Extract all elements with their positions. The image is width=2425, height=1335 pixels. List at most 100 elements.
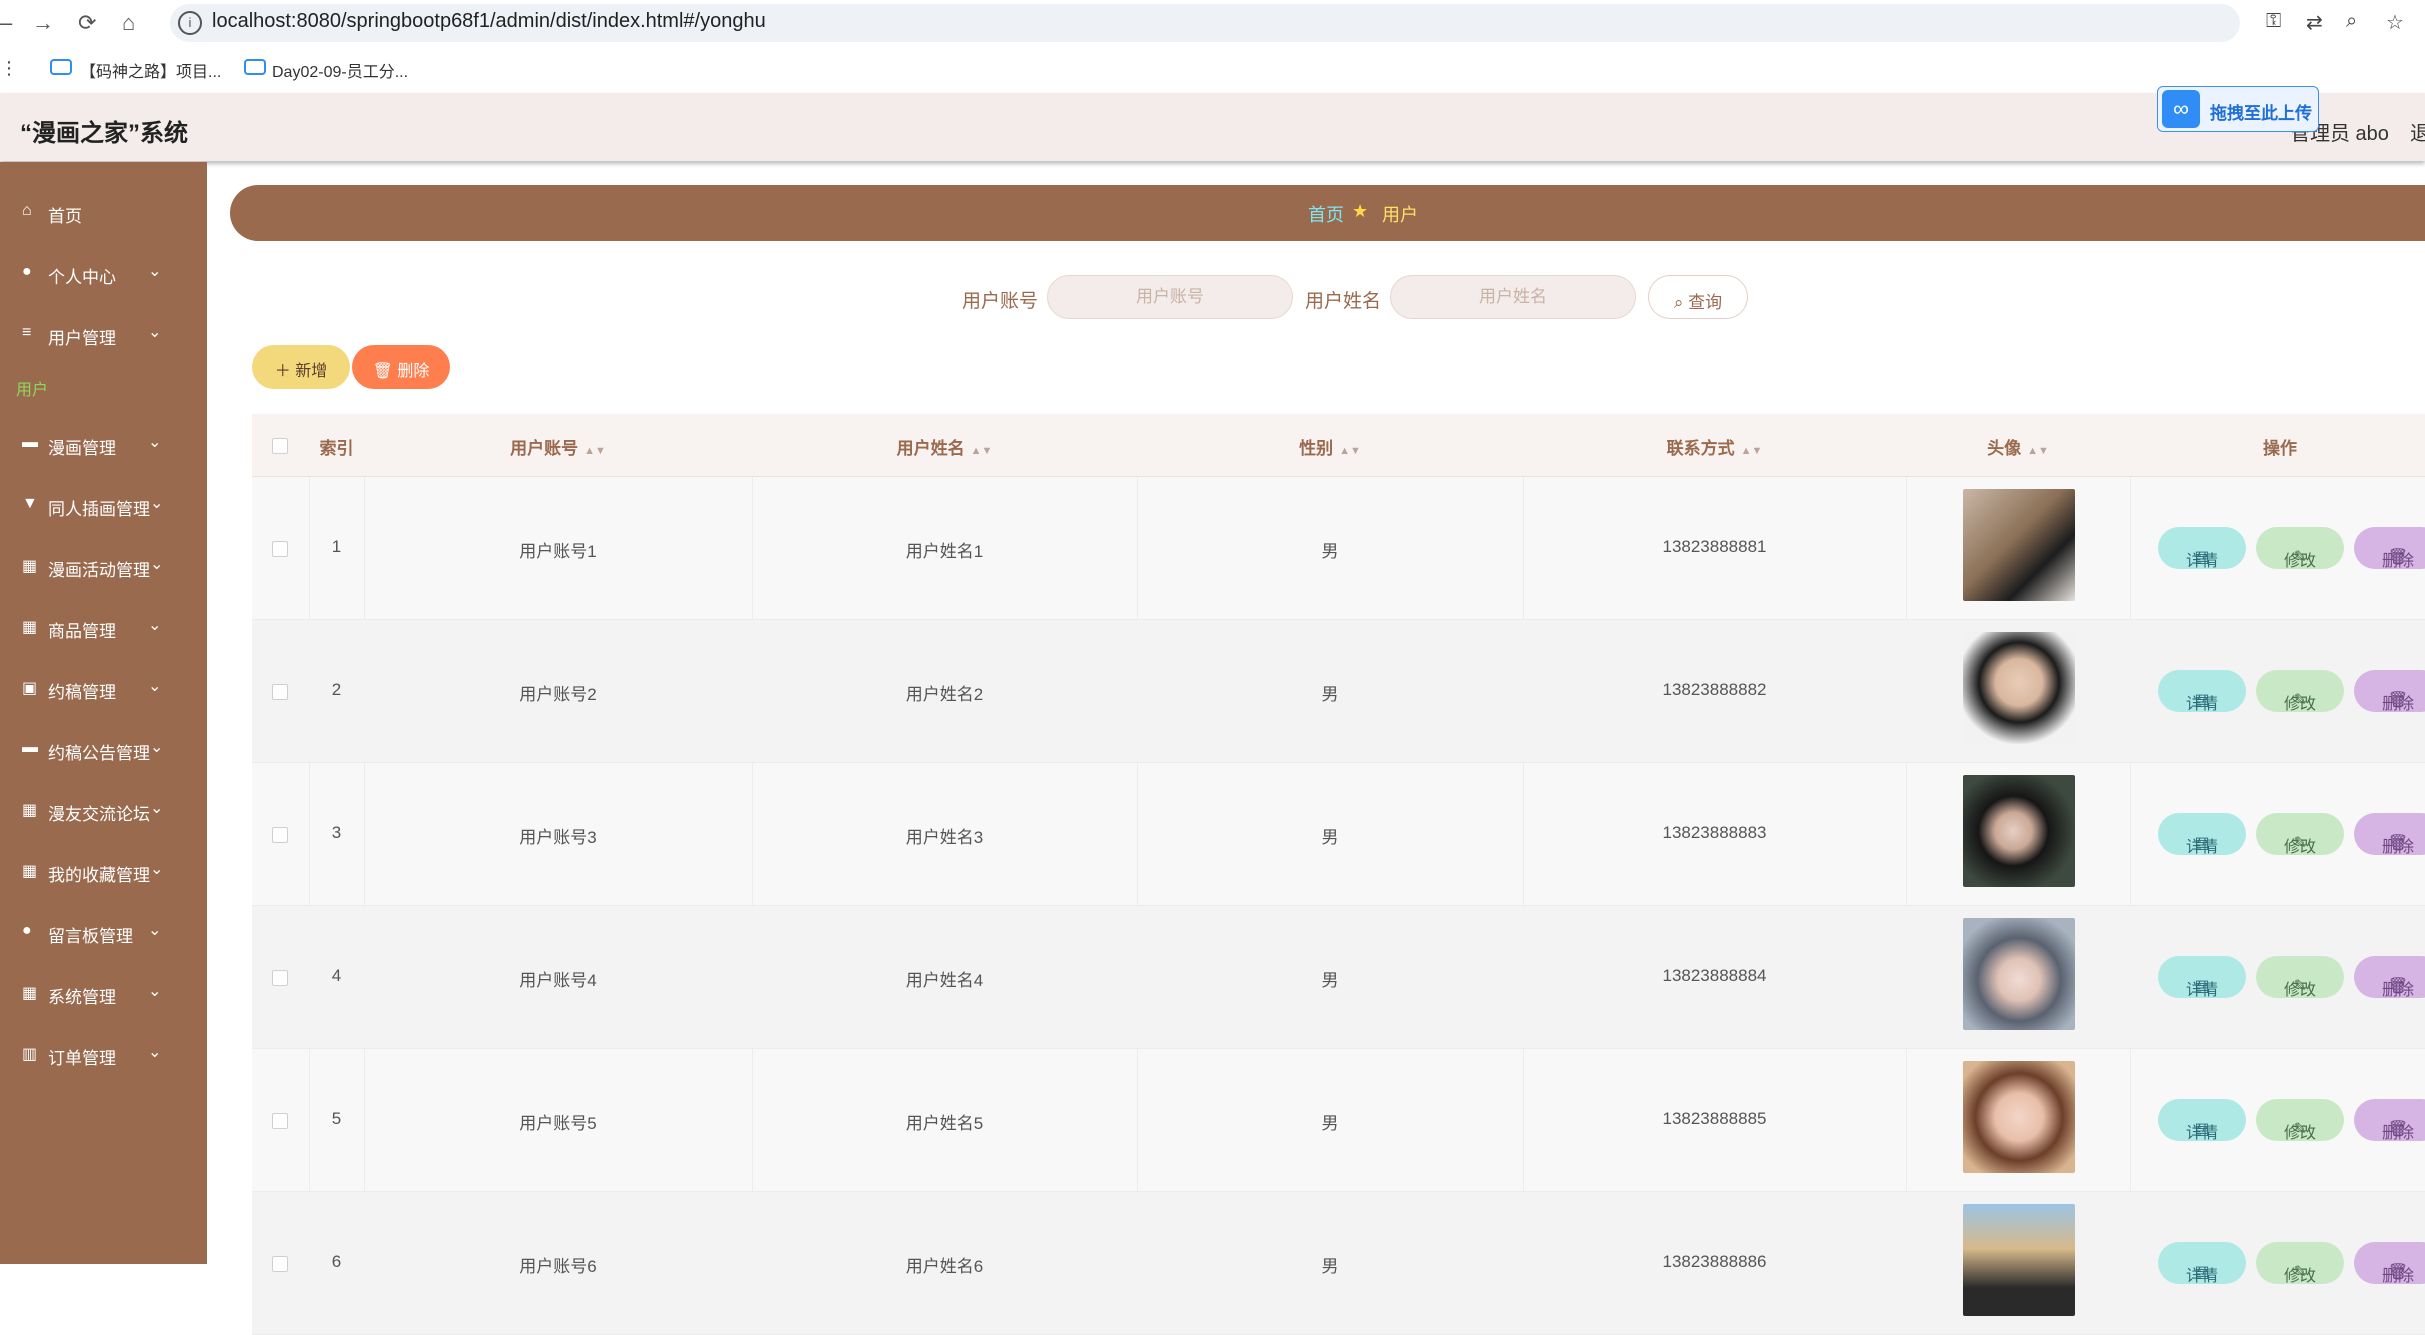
zoom-icon[interactable]: ⌕: [2346, 10, 2357, 33]
sidebar-item-products[interactable]: ▦ 商品管理 ⌄: [0, 607, 207, 647]
row-checkbox[interactable]: [272, 1113, 288, 1129]
sidebar-item-forum[interactable]: ▦ 漫友交流论坛 ⌄: [0, 790, 207, 830]
home-page-icon[interactable]: ⌂: [122, 10, 135, 36]
row-checkbox[interactable]: [272, 970, 288, 986]
delete-button-label: 删除: [2381, 696, 2414, 713]
grid-icon: ▦: [22, 619, 38, 636]
sidebar-item-label: 系统管理: [48, 988, 116, 1007]
detail-button[interactable]: ▤ 详情: [2158, 670, 2246, 713]
cell-phone: 13823888883: [1662, 823, 1767, 842]
delete-button[interactable]: 🗑 删除: [2354, 813, 2425, 856]
detail-button[interactable]: ▤ 详情: [2158, 1099, 2246, 1142]
bookmark-star-icon[interactable]: ☆: [2386, 10, 2404, 35]
delete-button[interactable]: 🗑 删除: [2354, 1242, 2425, 1285]
detail-button[interactable]: ▤ 详情: [2158, 813, 2246, 856]
sidebar-item-profile[interactable]: ● 个人中心 ⌄: [0, 253, 207, 293]
name-search-input[interactable]: [1390, 275, 1636, 319]
grid-icon: ▦: [22, 802, 38, 819]
header-actions: 操作: [2263, 439, 2297, 458]
header-name[interactable]: 用户姓名 ▲▼: [752, 434, 1137, 459]
sidebar-item-message-board[interactable]: ● 留言板管理 ⌄: [0, 912, 207, 952]
header-phone[interactable]: 联系方式 ▲▼: [1523, 434, 1906, 459]
account-search-label: 用户账号: [962, 291, 1039, 312]
sidebar-item-label: 约稿管理: [48, 683, 116, 702]
batch-delete-button[interactable]: 🗑 删除: [352, 345, 450, 389]
trash-icon: 🗑: [372, 363, 398, 380]
sidebar-item-orders[interactable]: ▥ 订单管理 ⌄: [0, 1034, 207, 1074]
row-checkbox[interactable]: [272, 684, 288, 700]
site-info-icon[interactable]: i: [178, 11, 202, 35]
sort-icon[interactable]: ▲▼: [2027, 445, 2049, 457]
avatar: [1963, 1204, 2075, 1316]
sidebar-item-commission-notices[interactable]: ▬ 约稿公告管理 ⌄: [0, 729, 207, 769]
back-icon[interactable]: –: [0, 10, 12, 36]
row-checkbox[interactable]: [272, 1256, 288, 1272]
detail-button[interactable]: ▤ 详情: [2158, 1242, 2246, 1285]
delete-button[interactable]: 🗑 删除: [2354, 670, 2425, 713]
row-checkbox[interactable]: [272, 827, 288, 843]
sidebar-item-activities[interactable]: ▦ 漫画活动管理 ⌄: [0, 546, 207, 586]
chevron-down-icon: ⌄: [148, 434, 162, 451]
sidebar-item-home[interactable]: ⌂ 首页: [0, 192, 207, 232]
chevron-down-icon: ⌄: [148, 922, 162, 939]
detail-button-label: 详情: [2185, 1125, 2218, 1142]
breadcrumb-home[interactable]: 首页: [1308, 201, 1344, 227]
cell-name: 用户姓名3: [905, 828, 984, 847]
sidebar-item-users[interactable]: ≡ 用户管理 ⌄: [0, 314, 207, 354]
header-gender[interactable]: 性别 ▲▼: [1137, 434, 1523, 459]
delete-button-label: 删除: [2381, 839, 2414, 856]
sidebar-item-fan-art[interactable]: ▼ 同人插画管理 ⌄: [0, 485, 207, 525]
header-account[interactable]: 用户账号 ▲▼: [364, 434, 752, 459]
delete-button[interactable]: 🗑 删除: [2354, 527, 2425, 570]
select-all-checkbox[interactable]: [272, 438, 288, 454]
sidebar-subitem-user[interactable]: 用户: [16, 376, 48, 400]
row-checkbox[interactable]: [272, 541, 288, 557]
sort-icon[interactable]: ▲▼: [1741, 445, 1763, 457]
apps-grid-icon[interactable]: ⋮: [0, 58, 18, 78]
bookmark-2[interactable]: Day02-09-员工分...: [272, 58, 408, 82]
url-text[interactable]: localhost:8080/springbootp68f1/admin/dis…: [212, 10, 766, 33]
delete-button-label: 删除: [2381, 1125, 2414, 1142]
delete-button[interactable]: 🗑 删除: [2354, 956, 2425, 999]
edit-button[interactable]: ✎ 修改: [2256, 527, 2344, 570]
delete-button[interactable]: 🗑 删除: [2354, 1099, 2425, 1142]
menu-icon: ≡: [22, 324, 32, 341]
password-key-icon[interactable]: ⚿: [2266, 10, 2281, 33]
query-button[interactable]: ⌕ 查询: [1648, 275, 1748, 319]
account-search-input[interactable]: [1047, 275, 1293, 319]
sort-icon[interactable]: ▲▼: [1339, 445, 1361, 457]
detail-button[interactable]: ▤ 详情: [2158, 956, 2246, 999]
sidebar-item-system[interactable]: ▦ 系统管理 ⌄: [0, 973, 207, 1013]
avatar: [1963, 775, 2075, 887]
edit-button[interactable]: ✎ 修改: [2256, 670, 2344, 713]
sort-icon[interactable]: ▲▼: [584, 445, 606, 457]
edit-button[interactable]: ✎ 修改: [2256, 956, 2344, 999]
logout-link[interactable]: 退: [2410, 117, 2425, 146]
cell-index: 6: [331, 1252, 342, 1271]
sidebar-item-commissions[interactable]: ▣ 约稿管理 ⌄: [0, 668, 207, 708]
chevron-down-icon: ⌄: [150, 495, 164, 512]
sidebar-item-label: 约稿公告管理: [48, 744, 150, 763]
sidebar-item-label: 首页: [48, 207, 82, 226]
sort-icon[interactable]: ▲▼: [971, 445, 993, 457]
edit-button[interactable]: ✎ 修改: [2256, 813, 2344, 856]
edit-button[interactable]: ✎ 修改: [2256, 1242, 2344, 1285]
delete-button-label: 删除: [397, 363, 430, 380]
translate-icon[interactable]: ⇄: [2306, 10, 2323, 35]
header-avatar[interactable]: 头像 ▲▼: [1906, 434, 2130, 459]
add-button[interactable]: ＋ 新增: [252, 345, 350, 389]
header-avatar-label: 头像: [1987, 439, 2022, 458]
detail-button[interactable]: ▤ 详情: [2158, 527, 2246, 570]
forward-icon[interactable]: →: [32, 10, 54, 36]
cloud-upload-icon: ∞: [2162, 90, 2200, 128]
bookmark-1[interactable]: 【码神之路】项目...: [80, 58, 221, 82]
delete-button-label: 删除: [2381, 982, 2414, 999]
edit-button-label: 修改: [2283, 553, 2316, 570]
sidebar-item-comics[interactable]: ▬ 漫画管理 ⌄: [0, 424, 207, 464]
sidebar-item-favorites[interactable]: ▦ 我的收藏管理 ⌄: [0, 851, 207, 891]
edit-button[interactable]: ✎ 修改: [2256, 1099, 2344, 1142]
upload-widget[interactable]: ∞ 拖拽至此上传: [2157, 86, 2319, 132]
cell-account: 用户账号3: [519, 828, 597, 847]
home-icon: ⌂: [22, 202, 32, 219]
reload-icon[interactable]: ⟳: [78, 10, 96, 36]
